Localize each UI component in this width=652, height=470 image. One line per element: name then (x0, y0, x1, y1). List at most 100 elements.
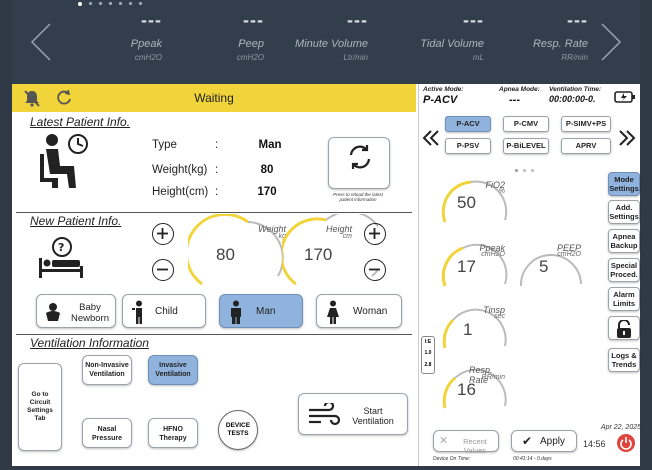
reload-caption: Press to reload the latest patient infor… (333, 192, 383, 202)
woman-label: Woman (353, 306, 388, 317)
add-settings-button[interactable]: Add. Settings (608, 200, 640, 224)
time-display: 14:56 (583, 439, 606, 449)
logs-trends-button[interactable]: Logs & Trends (608, 348, 640, 372)
weight-decrease-button[interactable] (152, 259, 174, 281)
height-value: 170 (257, 186, 277, 198)
recent-values-button[interactable]: ✕ Recent Values (433, 430, 499, 455)
child-icon (132, 300, 142, 324)
mode-label: P-PSV (456, 141, 480, 150)
patient-type-woman[interactable]: Woman (316, 294, 402, 328)
apnea-backup-button[interactable]: Apnea Backup (608, 229, 640, 253)
close-icon: ✕ (439, 435, 449, 447)
mode-label: P-ACV (456, 119, 480, 128)
double-chevron-right-icon[interactable] (617, 128, 637, 148)
patient-type-man[interactable]: Man (219, 294, 303, 328)
non-invasive-button[interactable]: Non-Invasive Ventilation (82, 355, 132, 385)
special-procedures-button[interactable]: Special Proced. (608, 258, 640, 282)
page-indicator (78, 2, 149, 8)
patient-type-baby-newborn[interactable]: Baby Newborn (36, 294, 116, 328)
hfno-therapy-button[interactable]: HFNO Therapy (148, 418, 198, 448)
mode-panel: Active Mode: P-ACV Apnea Mode: --- Venti… (418, 84, 641, 466)
mode-aprv[interactable]: APRV (561, 138, 611, 154)
active-mode-value: P-ACV (423, 94, 458, 106)
svg-text:?: ? (58, 241, 64, 254)
non-invasive-label: Non-Invasive Ventilation (85, 362, 129, 378)
metric-tidal-volume: --- Tidal Volume mL (374, 10, 484, 62)
apply-label: Apply (540, 436, 566, 447)
main-panel: Waiting Latest Patient Info. Type : Man … (12, 84, 641, 466)
chevron-right-icon[interactable] (596, 20, 626, 64)
power-button[interactable] (617, 434, 635, 452)
reload-icon (349, 145, 371, 169)
seated-patient-icon (40, 134, 88, 188)
power-icon (620, 437, 632, 450)
device-tests-button[interactable]: DEVICE TESTS (218, 410, 258, 450)
ie-top: 1.0 (424, 350, 432, 356)
nasal-pressure-button[interactable]: Nasal Pressure (82, 418, 132, 448)
baby-icon (46, 303, 60, 321)
mode-p-simv-ps[interactable]: P-SIMV+PS (561, 116, 611, 132)
resp-rate-value: 16 (457, 380, 476, 399)
height-increase-button[interactable] (364, 223, 386, 245)
side-button-label: Logs & Trends (611, 351, 637, 369)
type-label: Type (152, 139, 177, 151)
patient-type-child[interactable]: Child (122, 294, 206, 328)
height-decrease-button[interactable] (364, 259, 386, 281)
hfno-therapy-label: HFNO Therapy (159, 426, 187, 442)
mode-label: P-CMV (513, 119, 539, 128)
weight-value: 80 (260, 164, 274, 176)
reload-patient-button[interactable] (328, 137, 390, 189)
side-button-label: Special Proced. (610, 261, 638, 279)
mode-page-dots (515, 159, 545, 172)
plus-icon (157, 228, 168, 239)
weight-dial-unit: kg (278, 233, 286, 240)
start-ventilation-button[interactable]: Start Ventilation (298, 393, 408, 435)
check-icon: ✔ (522, 434, 533, 448)
apply-button[interactable]: ✔ Apply (511, 430, 577, 452)
mode-p-psv[interactable]: P-PSV (445, 138, 491, 154)
apnea-mode-value: --- (509, 94, 520, 106)
mode-p-bilevel[interactable]: P-BiLEVEL (503, 138, 549, 154)
recent-values-label: Recent Values (463, 437, 487, 455)
metric-unit: mL (472, 53, 484, 62)
metric-name: Peep (238, 38, 264, 50)
latest-patient-title: Latest Patient Info. (30, 115, 131, 129)
screen-lock-button[interactable] (608, 316, 640, 340)
patient-bed-icon: ? (39, 237, 83, 278)
weight-increase-button[interactable] (152, 223, 174, 245)
height-dial-unit: cm (342, 233, 352, 240)
plus-icon (369, 228, 380, 239)
device-tests-label: DEVICE TESTS (225, 422, 251, 437)
height-dial-value: 170 (304, 245, 333, 264)
mode-p-acv[interactable]: P-ACV (445, 116, 491, 132)
battery-icon (614, 91, 635, 103)
fio2-value: 50 (457, 193, 476, 212)
metric-unit: cmH2O (236, 53, 264, 62)
side-button-label: Apnea Backup (610, 232, 638, 250)
tinsp-value: 1 (463, 320, 473, 339)
invasive-button[interactable]: Invasive Ventilation (148, 355, 198, 385)
lock-icon (617, 319, 631, 338)
circuit-settings-label: Go to Circuit Settings Tab (27, 391, 53, 422)
metric-name: Minute Volume (295, 38, 368, 50)
mode-settings-button[interactable]: Mode Settings (608, 172, 640, 196)
date-display: Apr 22, 2025 (600, 424, 641, 431)
type-value: Man (258, 139, 282, 151)
section-divider (16, 334, 412, 335)
ie-label: I:E (424, 339, 432, 345)
mode-label: P-BiLEVEL (506, 141, 546, 150)
minus-icon (369, 268, 380, 271)
alarm-limits-button[interactable]: Alarm Limits (608, 287, 640, 311)
peep-value: 5 (539, 257, 549, 276)
mode-p-cmv[interactable]: P-CMV (503, 116, 549, 132)
status-text: Waiting (194, 91, 234, 105)
colon: : (215, 164, 219, 176)
circuit-settings-button[interactable]: Go to Circuit Settings Tab (18, 363, 62, 451)
device-on-value: 00:41:14 - 0.days (513, 456, 552, 462)
metric-unit: cmH2O (134, 53, 162, 62)
invasive-label: Invasive Ventilation (155, 362, 191, 378)
metric-value: --- (347, 10, 368, 30)
ie-ratio[interactable]: I:E 1.0 2.8 (421, 336, 435, 374)
colon: : (215, 139, 219, 151)
double-chevron-left-icon[interactable] (421, 128, 441, 148)
